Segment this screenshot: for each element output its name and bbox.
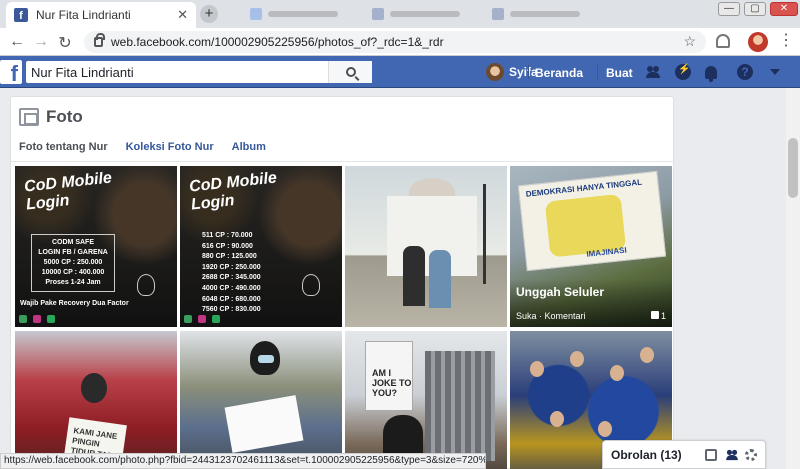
- photo-tile[interactable]: KAMI JANE PINGIN TIDUR TAPI MEREH DPR'E: [15, 331, 177, 469]
- bell-icon: [705, 65, 717, 82]
- album-overlay: Unggah Seluler Suka · Komentari 1: [510, 279, 672, 327]
- chat-dock[interactable]: Obrolan (13): [602, 440, 766, 469]
- back-button[interactable]: ←: [8, 33, 26, 51]
- tab-title: Nur Fita Lindrianti: [36, 8, 131, 22]
- photo-tile[interactable]: [345, 166, 507, 327]
- profile-link[interactable]: Syifa: [486, 63, 538, 81]
- friends-icon: [646, 66, 660, 78]
- promo-footer: Wajib Pake Recovery Dua Factor: [20, 300, 129, 307]
- photo-tile[interactable]: CoD Mobile Login CODM SAFE LOGIN FB / GAR…: [15, 166, 177, 327]
- search-icon: [345, 67, 356, 77]
- background-tab[interactable]: [492, 6, 580, 22]
- tab-photo-collection[interactable]: Koleksi Foto Nur: [126, 141, 214, 153]
- nav-home[interactable]: Beranda: [535, 66, 583, 80]
- messenger-icon: [675, 64, 691, 80]
- search-button[interactable]: [328, 61, 372, 83]
- photo-grid: CoD Mobile Login CODM SAFE LOGIN FB / GAR…: [15, 166, 673, 469]
- nav-create[interactable]: Buat: [606, 66, 633, 80]
- forward-button[interactable]: →: [32, 33, 50, 51]
- photo-icon: [19, 108, 39, 126]
- background-tab[interactable]: [372, 6, 460, 22]
- notifications-button[interactable]: [702, 63, 720, 82]
- scrollbar-thumb[interactable]: [788, 138, 798, 198]
- facebook-header: f Syifa Beranda Buat ?: [0, 56, 800, 88]
- chat-label[interactable]: Obrolan (13): [611, 448, 697, 462]
- user-name: Syifa: [509, 65, 538, 79]
- link-status-bar: https://web.facebook.com/photo.php?fbid=…: [0, 453, 486, 469]
- url-text[interactable]: web.facebook.com/100002905225956/photos_…: [111, 35, 444, 49]
- background-tab[interactable]: [250, 6, 338, 22]
- divider: [11, 161, 673, 162]
- promo-box: CODM SAFE LOGIN FB / GARENA 5000 CP : 25…: [31, 234, 115, 292]
- photos-section: Foto Foto tentang Nur Koleksi Foto Nur A…: [10, 96, 674, 469]
- facebook-favicon-icon: f: [14, 8, 28, 22]
- caret-down-icon: [770, 69, 780, 75]
- window-controls: — ▢ ✕: [718, 2, 798, 16]
- album-actions[interactable]: Suka · Komentari: [516, 311, 586, 321]
- messenger-button[interactable]: [674, 63, 692, 81]
- browser-tab-active[interactable]: f Nur Fita Lindrianti ✕: [6, 2, 196, 28]
- facebook-logo[interactable]: f: [0, 60, 22, 86]
- bunny-icon: [302, 274, 320, 296]
- page-scrollbar[interactable]: [786, 88, 800, 469]
- search-input[interactable]: [26, 62, 328, 82]
- divider: [528, 65, 529, 79]
- profile-avatar[interactable]: [748, 32, 768, 52]
- gear-icon[interactable]: [745, 448, 757, 461]
- create-group-icon[interactable]: [725, 449, 738, 461]
- promo-price-list: 511 CP : 70.000 616 CP : 90.000 880 CP :…: [202, 232, 261, 314]
- lock-icon: [94, 33, 105, 47]
- address-bar[interactable]: web.facebook.com/100002905225956/photos_…: [84, 31, 706, 53]
- protest-sign: DEMOKRASI HANYA TINGGAL IMAJINASI: [517, 170, 667, 272]
- photo-tile[interactable]: CoD Mobile Login 511 CP : 70.000 616 CP :…: [180, 166, 342, 327]
- minimize-button[interactable]: —: [718, 2, 740, 16]
- reload-button[interactable]: ↻: [56, 33, 74, 53]
- account-menu-button[interactable]: [766, 63, 784, 81]
- photo-tile[interactable]: [180, 331, 342, 469]
- protest-sign: AM I JOKE TO YOU?: [365, 341, 413, 411]
- browser-tabbar: f Nur Fita Lindrianti ✕ + — ▢ ✕: [0, 0, 800, 28]
- tab-close-icon[interactable]: ✕: [177, 7, 188, 23]
- like-icon: [650, 311, 659, 319]
- protest-sign: [224, 395, 304, 453]
- search-box: [26, 61, 372, 83]
- help-button[interactable]: ?: [736, 63, 754, 81]
- photo-tile-album[interactable]: DEMOKRASI HANYA TINGGAL IMAJINASI Unggah…: [510, 166, 672, 327]
- bunny-icon: [137, 274, 155, 296]
- social-icons: [184, 315, 338, 323]
- browser-menu-icon[interactable]: ⋮: [778, 32, 794, 50]
- tab-photos-of[interactable]: Foto tentang Nur: [19, 141, 108, 153]
- divider: [597, 65, 598, 79]
- user-avatar: [486, 63, 504, 81]
- section-header: Foto: [19, 107, 83, 127]
- window-close-button[interactable]: ✕: [770, 2, 798, 16]
- like-count: 1: [650, 311, 666, 321]
- photo-tabs: Foto tentang Nur Koleksi Foto Nur Album: [19, 141, 266, 153]
- friend-requests-button[interactable]: [644, 63, 662, 81]
- section-title: Foto: [46, 107, 83, 126]
- extension-icon[interactable]: [716, 34, 730, 48]
- new-tab-button[interactable]: +: [200, 5, 218, 23]
- bookmark-star-icon[interactable]: ☆: [683, 33, 696, 50]
- social-icons: [19, 315, 173, 323]
- compose-icon[interactable]: [705, 448, 717, 461]
- browser-toolbar: ← → ↻ web.facebook.com/100002905225956/p…: [0, 28, 800, 56]
- maximize-button[interactable]: ▢: [744, 2, 766, 16]
- help-icon: ?: [737, 64, 753, 80]
- tab-album[interactable]: Album: [232, 141, 266, 153]
- photo-tile[interactable]: AM I JOKE TO YOU?: [345, 331, 507, 469]
- album-title[interactable]: Unggah Seluler: [516, 285, 666, 299]
